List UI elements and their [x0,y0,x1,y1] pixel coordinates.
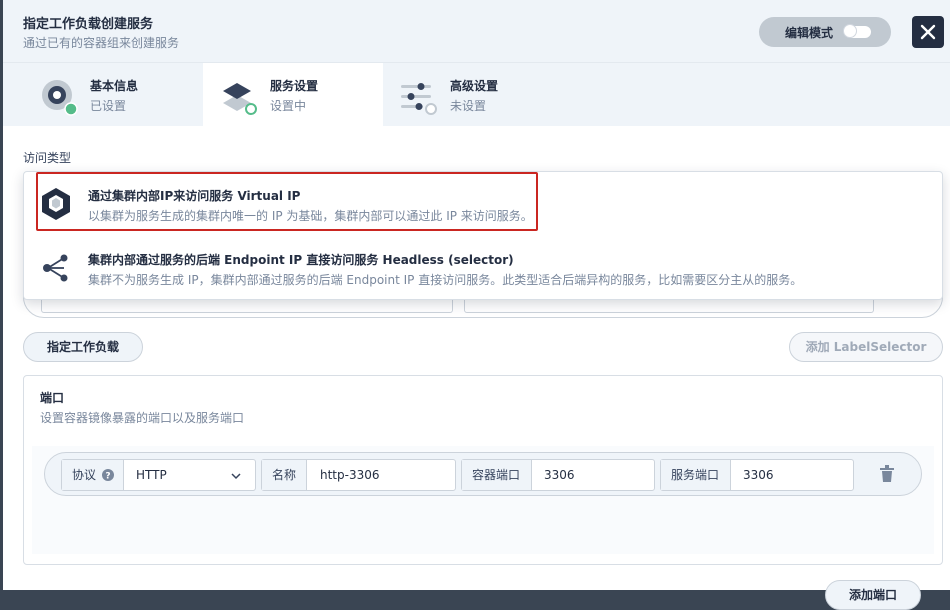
tab-status: 设置中 [270,99,307,113]
step-tabs: 基本信息 已设置 服务设置 设置中 高级设置 未设置 [3,62,950,127]
service-port-value: 3306 [743,468,774,482]
add-port-button[interactable]: 添加端口 [825,580,921,610]
tab-status: 已设置 [90,99,127,113]
tab-advanced-settings[interactable]: 高级设置 未设置 [383,63,563,127]
edit-mode-label: 编辑模式 [785,26,834,40]
tab-name: 基本信息 [90,79,139,93]
modal-title: 指定工作负载创建服务 [23,17,154,32]
access-type-label: 访问类型 [23,151,72,165]
container-port-value: 3306 [544,468,575,482]
container-port-label: 容器端口 [462,460,532,490]
edit-mode-switch[interactable] [843,24,871,38]
chevron-down-icon [231,473,241,480]
access-type-option-headless[interactable]: 集群内部通过服务的后端 Endpoint IP 直接访问服务 Headless … [24,236,942,298]
tab-status: 未设置 [450,99,487,113]
service-port-field[interactable]: 服务端口 3306 [660,459,854,491]
port-name-value: http-3306 [320,468,380,482]
access-type-dropdown: 通过集群内部IP来访问服务 Virtual IP 以集群为服务生成的集群内唯一的… [23,171,943,300]
headless-icon [43,254,68,282]
ports-description: 设置容器镜像暴露的端口以及服务端口 [40,411,245,425]
virtual-ip-icon [42,188,70,220]
ports-card: 端口 设置容器镜像暴露的端口以及服务端口 协议 ? HTTP 名称 http-3… [23,375,943,610]
switch-knob [843,24,857,38]
tab-basic-info[interactable]: 基本信息 已设置 [23,63,203,127]
option-description: 以集群为服务生成的集群内唯一的 IP 为基础，集群内部可以通过此 IP 来访问服… [88,209,533,223]
container-port-field[interactable]: 容器端口 3306 [461,459,655,491]
service-settings-icon [223,83,257,115]
port-row: 协议 ? HTTP 名称 http-3306 容器端口 3306 服务端口 33… [44,452,922,496]
access-type-option-virtual-ip[interactable]: 通过集群内部IP来访问服务 Virtual IP 以集群为服务生成的集群内唯一的… [24,172,942,234]
protocol-label-text: 协议 [72,468,97,482]
add-label-selector-button[interactable]: 添加 LabelSelector [789,332,943,362]
close-button[interactable] [912,16,944,48]
trash-icon[interactable] [879,465,895,483]
tab-service-settings[interactable]: 服务设置 设置中 [203,63,383,127]
tab-name: 高级设置 [450,79,499,93]
modal-subtitle: 通过已有的容器组来创建服务 [23,36,180,50]
modal-header: 指定工作负载创建服务 通过已有的容器组来创建服务 编辑模式 [3,0,950,62]
port-name-field[interactable]: 名称 http-3306 [261,459,456,491]
close-icon [920,24,936,40]
protocol-value: HTTP [136,468,167,482]
create-service-modal: 指定工作负载创建服务 通过已有的容器组来创建服务 编辑模式 基本信息 已设置 服… [3,0,950,610]
ports-area: 协议 ? HTTP 名称 http-3306 容器端口 3306 服务端口 33… [32,446,934,610]
tab-name: 服务设置 [270,79,319,93]
basic-info-icon [42,80,78,116]
specify-workload-button[interactable]: 指定工作负载 [23,332,143,362]
protocol-label: 协议 ? [62,460,124,490]
ports-title: 端口 [40,391,65,405]
option-description: 集群不为服务生成 IP，集群内部通过服务的后端 Endpoint IP 直接访问… [88,273,803,287]
edit-mode-toggle[interactable]: 编辑模式 [759,17,891,47]
help-icon: ? [101,469,114,482]
protocol-select[interactable]: 协议 ? HTTP [61,459,256,491]
service-port-label: 服务端口 [661,460,731,490]
port-name-label: 名称 [262,460,307,490]
svg-text:?: ? [105,472,110,482]
option-title: 通过集群内部IP来访问服务 Virtual IP [88,189,301,203]
option-title: 集群内部通过服务的后端 Endpoint IP 直接访问服务 Headless … [88,253,514,267]
advanced-settings-icon [401,83,437,115]
